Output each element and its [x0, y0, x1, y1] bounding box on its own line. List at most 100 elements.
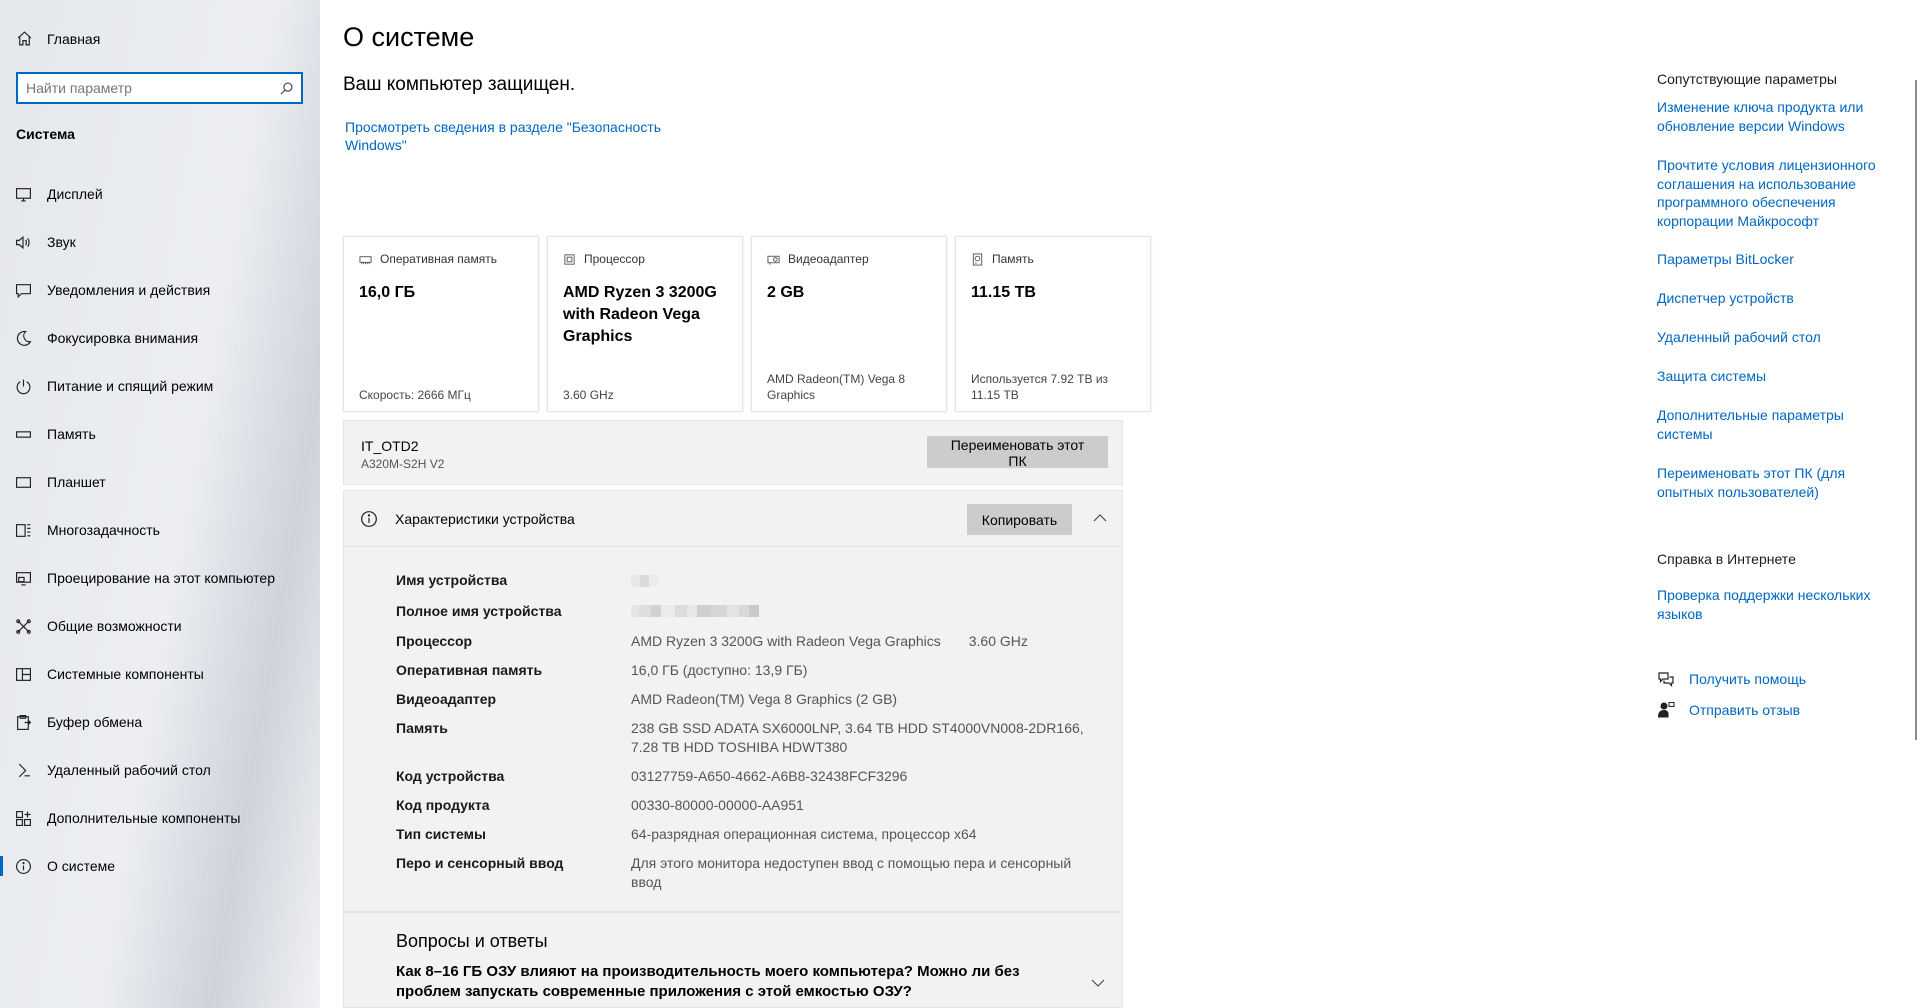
sidebar-item-storage[interactable]: Память	[0, 410, 320, 458]
sidebar-item-label: Питание и спящий режим	[47, 378, 214, 394]
tablet-icon	[16, 476, 31, 488]
speaker-icon	[16, 235, 30, 249]
cpu-card: Процессор AMD Ryzen 3 3200G with Radeon …	[547, 236, 743, 412]
faq-title: Вопросы и ответы	[396, 931, 548, 951]
system-components-icon	[16, 667, 31, 681]
card-label: Память	[992, 252, 1034, 266]
spec-label: Оперативная память	[396, 662, 543, 678]
spec-value: 00330-80000-00000-AA951	[631, 797, 804, 813]
search-box[interactable]	[16, 72, 303, 104]
processor-model: AMD Ryzen 3 3200G with Radeon Vega Graph…	[631, 633, 941, 649]
sidebar-item-clipboard[interactable]: Буфер обмена	[0, 698, 320, 746]
chevron-down-icon[interactable]	[1091, 978, 1105, 988]
ram-icon	[359, 255, 372, 264]
feedback-icon	[1657, 702, 1675, 718]
spec-label: Процессор	[396, 633, 473, 649]
sidebar-item-display[interactable]: Дисплей	[0, 170, 320, 218]
card-header: Видеоадаптер	[767, 252, 931, 266]
sidebar-item-label: Дополнительные компоненты	[47, 810, 241, 826]
card-value: 2 GB	[767, 284, 805, 301]
copy-button[interactable]: Копировать	[967, 504, 1072, 535]
sidebar-item-label: Память	[47, 426, 96, 442]
system-protection-link[interactable]: Защита системы	[1657, 367, 1887, 386]
spec-row-pen-touch: Перо и сенсорный ввод Для этого монитора…	[396, 854, 1096, 892]
device-manager-link[interactable]: Диспетчер устройств	[1657, 289, 1887, 308]
spec-row-device-id: Код устройства 03127759-A650-4662-A6B8-3…	[396, 767, 1096, 786]
advanced-system-settings-link[interactable]: Дополнительные параметры системы	[1657, 406, 1887, 443]
multitasking-icon	[16, 523, 31, 537]
sidebar-item-remote-desktop[interactable]: Удаленный рабочий стол	[0, 746, 320, 794]
sidebar-item-tablet[interactable]: Планшет	[0, 458, 320, 506]
web-help-title: Справка в Интернете	[1657, 551, 1796, 567]
spec-row-storage: Память 238 GB SSD ADATA SX6000LNP, 3.64 …	[396, 719, 1096, 757]
search-icon[interactable]	[279, 81, 294, 96]
sidebar-item-multitasking[interactable]: Многозадачность	[0, 506, 320, 554]
card-value: 11.15 TB	[971, 284, 1036, 301]
storage-icon	[16, 430, 31, 438]
search-input[interactable]	[18, 74, 279, 102]
spec-value: 238 GB SSD ADATA SX6000LNP, 3.64 TB HDD …	[631, 720, 1084, 755]
sidebar-item-label: Многозадачность	[47, 522, 160, 538]
device-specifications: Характеристики устройства Копировать Имя…	[343, 490, 1123, 912]
related-settings-title: Сопутствующие параметры	[1657, 71, 1837, 87]
gpu-card: Видеоадаптер 2 GB AMD Radeon(TM) Vega 8 …	[751, 236, 947, 412]
power-icon	[16, 379, 31, 394]
change-product-key-link[interactable]: Изменение ключа продукта или обновление …	[1657, 98, 1887, 135]
spec-value: 03127759-A650-4662-A6B8-32438FCF3296	[631, 768, 908, 784]
card-footnote: Скорость: 2666 МГц	[359, 388, 471, 402]
spec-row-device-name: Имя устройства	[396, 571, 1096, 592]
home-link[interactable]: Главная	[16, 30, 100, 47]
sidebar-item-shared-experiences[interactable]: Общие возможности	[0, 602, 320, 650]
pc-name-panel: IT_OTD2 A320M-S2H V2 Переименовать этот …	[343, 420, 1123, 485]
sidebar-item-about[interactable]: О системе	[0, 842, 320, 890]
home-label: Главная	[47, 30, 101, 47]
get-help-link[interactable]: Получить помощь	[1657, 670, 1806, 688]
spec-label: Код продукта	[396, 797, 490, 813]
spec-value: Для этого монитора недоступен ввод с пом…	[631, 855, 1072, 890]
spec-value: 16,0 ГБ (доступно: 13,9 ГБ)	[631, 662, 808, 678]
sidebar-item-label: Буфер обмена	[47, 714, 143, 730]
sidebar-item-sound[interactable]: Звук	[0, 218, 320, 266]
redacted-blur	[631, 602, 759, 621]
scrollbar[interactable]	[1915, 80, 1917, 740]
card-footnote: AMD Radeon(TM) Vega 8 Graphics	[767, 372, 906, 402]
sidebar-item-projection[interactable]: Проецирование на этот компьютер	[0, 554, 320, 602]
specs-header[interactable]: Характеристики устройства Копировать	[344, 491, 1122, 547]
spec-label: Имя устройства	[396, 572, 508, 588]
optional-features-icon	[16, 810, 31, 826]
windows-security-link[interactable]: Просмотреть сведения в разделе "Безопасн…	[345, 118, 675, 154]
sidebar-item-label: Уведомления и действия	[47, 282, 211, 298]
chevron-up-icon[interactable]	[1093, 513, 1107, 523]
send-feedback-link[interactable]: Отправить отзыв	[1657, 701, 1800, 719]
sidebar-item-label: Проецирование на этот компьютер	[47, 570, 275, 586]
specs-title: Характеристики устройства	[395, 511, 575, 527]
sidebar-item-system-components[interactable]: Системные компоненты	[0, 650, 320, 698]
ram-card: Оперативная память 16,0 ГБ Скорость: 266…	[343, 236, 539, 412]
card-value: 16,0 ГБ	[359, 284, 416, 301]
faq-question[interactable]: Как 8–16 ГБ ОЗУ влияют на производительн…	[396, 962, 1076, 1002]
sidebar-item-notifications[interactable]: Уведомления и действия	[0, 266, 320, 314]
card-header: Память	[971, 252, 1135, 266]
gpu-icon	[767, 255, 780, 265]
home-icon	[17, 31, 32, 46]
sidebar-nav: Дисплей Звук Уведомления и действия Фоку…	[0, 170, 320, 890]
spec-row-ram: Оперативная память 16,0 ГБ (доступно: 13…	[396, 661, 1096, 680]
sidebar-item-label: Дисплей	[47, 186, 103, 202]
spec-row-product-id: Код продукта 00330-80000-00000-AA951	[396, 796, 1096, 815]
sidebar-item-focus-assist[interactable]: Фокусировка внимания	[0, 314, 320, 362]
bitlocker-link[interactable]: Параметры BitLocker	[1657, 250, 1887, 269]
rename-pc-button[interactable]: Переименовать этот ПК	[927, 436, 1108, 469]
disk-icon	[972, 252, 983, 266]
spec-value-redacted	[631, 571, 1096, 592]
main-content: О системе Ваш компьютер защищен. Просмот…	[343, 0, 1151, 1008]
remote-desktop-link[interactable]: Удаленный рабочий стол	[1657, 328, 1887, 347]
spec-value-redacted	[631, 602, 1096, 623]
card-header: Процессор	[563, 252, 727, 266]
spec-label: Код устройства	[396, 768, 505, 784]
license-terms-link[interactable]: Прочтите условия лицензионного соглашени…	[1657, 156, 1887, 230]
sidebar-item-power[interactable]: Питание и спящий режим	[0, 362, 320, 410]
rename-pc-advanced-link[interactable]: Переименовать этот ПК (для опытных польз…	[1657, 464, 1887, 501]
language-support-link[interactable]: Проверка поддержки нескольких языков	[1657, 586, 1887, 623]
sidebar-item-optional-features[interactable]: Дополнительные компоненты	[0, 794, 320, 842]
clipboard-icon	[17, 714, 32, 730]
